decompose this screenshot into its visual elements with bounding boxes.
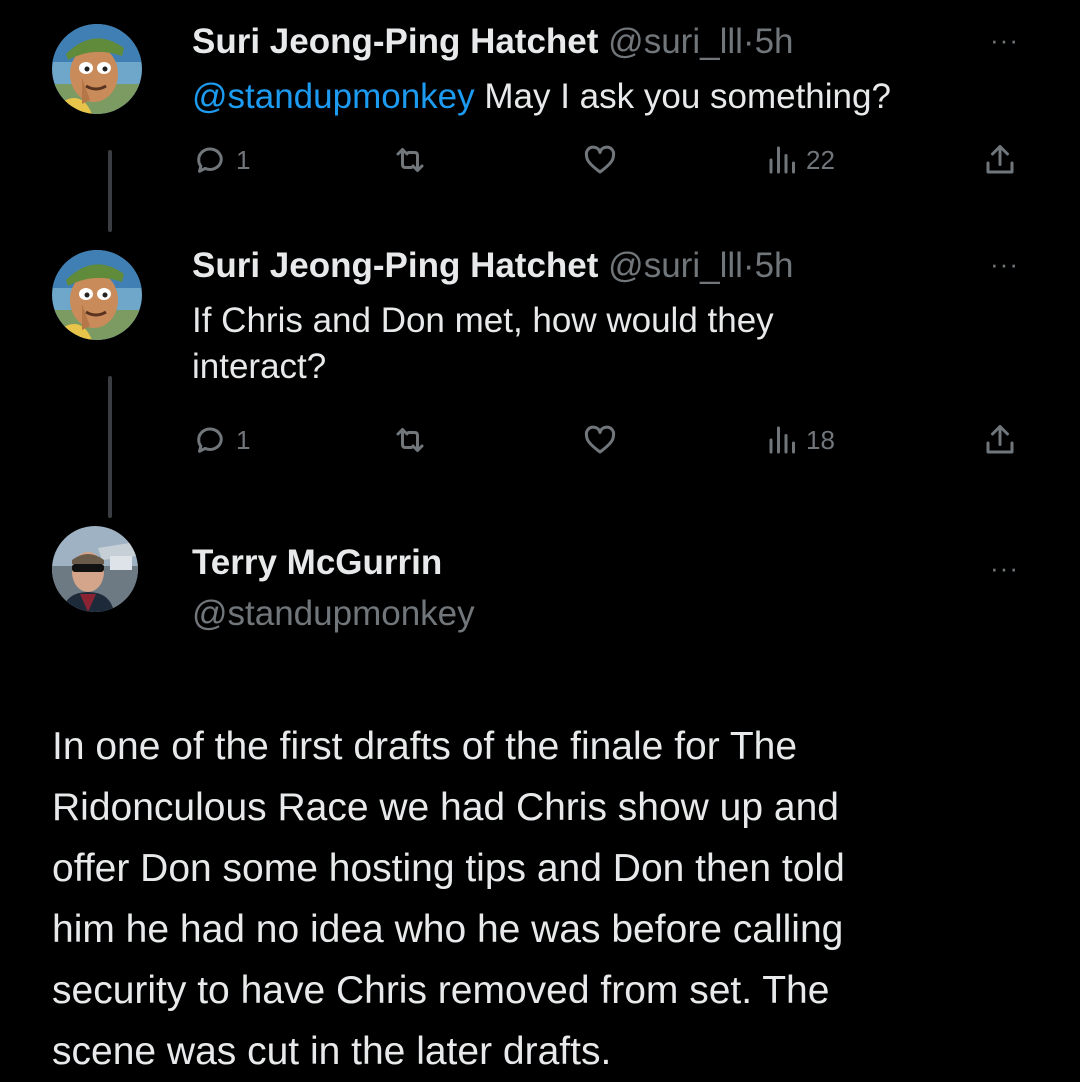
share-button[interactable] [982, 140, 1018, 180]
share-button[interactable] [982, 420, 1018, 460]
author-handle[interactable]: @standupmonkey [192, 594, 475, 634]
author-name[interactable]: Terry McGurrin [192, 543, 442, 583]
reply-button[interactable]: 1 [192, 140, 250, 180]
more-icon[interactable]: ··· [990, 27, 1019, 53]
separator: · [742, 22, 755, 61]
views-button[interactable]: 22 [762, 140, 835, 180]
reply-icon [197, 147, 223, 173]
tweet-body: May I ask you something? [474, 77, 891, 116]
thread-line [108, 150, 112, 232]
timestamp[interactable]: 5h [755, 246, 794, 285]
tweet-actions: 1 18 [192, 420, 1042, 460]
avatar[interactable] [52, 526, 138, 612]
tweet-body-line: If Chris and Don met, how would they [192, 301, 774, 340]
avatar[interactable] [52, 24, 142, 114]
timestamp[interactable]: 5h [755, 22, 794, 61]
like-icon [584, 425, 616, 454]
tweet-actions: 1 22 [192, 140, 1042, 180]
retweet-icon [396, 148, 424, 172]
tweet-body-line: In one of the first drafts of the finale… [52, 725, 798, 768]
like-button[interactable] [582, 420, 618, 460]
tweet-header: Suri Jeong-Ping Hatchet @suri_lll·5h [192, 246, 794, 286]
views-icon [769, 146, 795, 174]
author-name[interactable]: Suri Jeong-Ping Hatchet [192, 246, 598, 285]
like-button[interactable] [582, 140, 618, 180]
tweet-body-line: scene was cut in the later drafts. [52, 1030, 612, 1073]
more-icon[interactable]: ··· [990, 555, 1019, 581]
thread-line [108, 376, 112, 518]
tweet-body-line: him he had no idea who he was before cal… [52, 908, 844, 951]
retweet-button[interactable] [392, 140, 428, 180]
mention-link[interactable]: @standupmonkey [192, 77, 475, 116]
separator: · [742, 246, 755, 285]
share-icon [986, 425, 1014, 454]
tweet-text: In one of the first drafts of the finale… [52, 716, 1042, 1082]
views-button[interactable]: 18 [762, 420, 835, 460]
reply-button[interactable]: 1 [192, 420, 250, 460]
share-icon [986, 145, 1014, 174]
views-icon [769, 426, 795, 454]
reply-count: 1 [236, 144, 251, 175]
reply-icon [197, 427, 223, 453]
tweet-body-line: Ridonculous Race we had Chris show up an… [52, 786, 839, 829]
views-count: 22 [806, 144, 835, 175]
views-count: 18 [806, 424, 835, 455]
like-icon [584, 145, 616, 174]
author-name[interactable]: Suri Jeong-Ping Hatchet [192, 22, 598, 61]
reply-count: 1 [236, 424, 251, 455]
tweet-header: Suri Jeong-Ping Hatchet @suri_lll·5h [192, 22, 794, 62]
tweet-body-line: offer Don some hosting tips and Don then… [52, 847, 845, 890]
avatar[interactable] [52, 250, 142, 340]
tweet-text: If Chris and Don met, how would they int… [192, 298, 1012, 390]
author-handle[interactable]: @suri_lll [608, 246, 743, 285]
tweet-text: @standupmonkey May I ask you something? [192, 74, 1012, 120]
more-icon[interactable]: ··· [990, 251, 1019, 277]
retweet-button[interactable] [392, 420, 428, 460]
tweet-body-line: interact? [192, 347, 327, 386]
author-handle[interactable]: @suri_lll [608, 22, 743, 61]
retweet-icon [396, 428, 424, 452]
tweet-body-line: security to have Chris removed from set.… [52, 969, 830, 1012]
